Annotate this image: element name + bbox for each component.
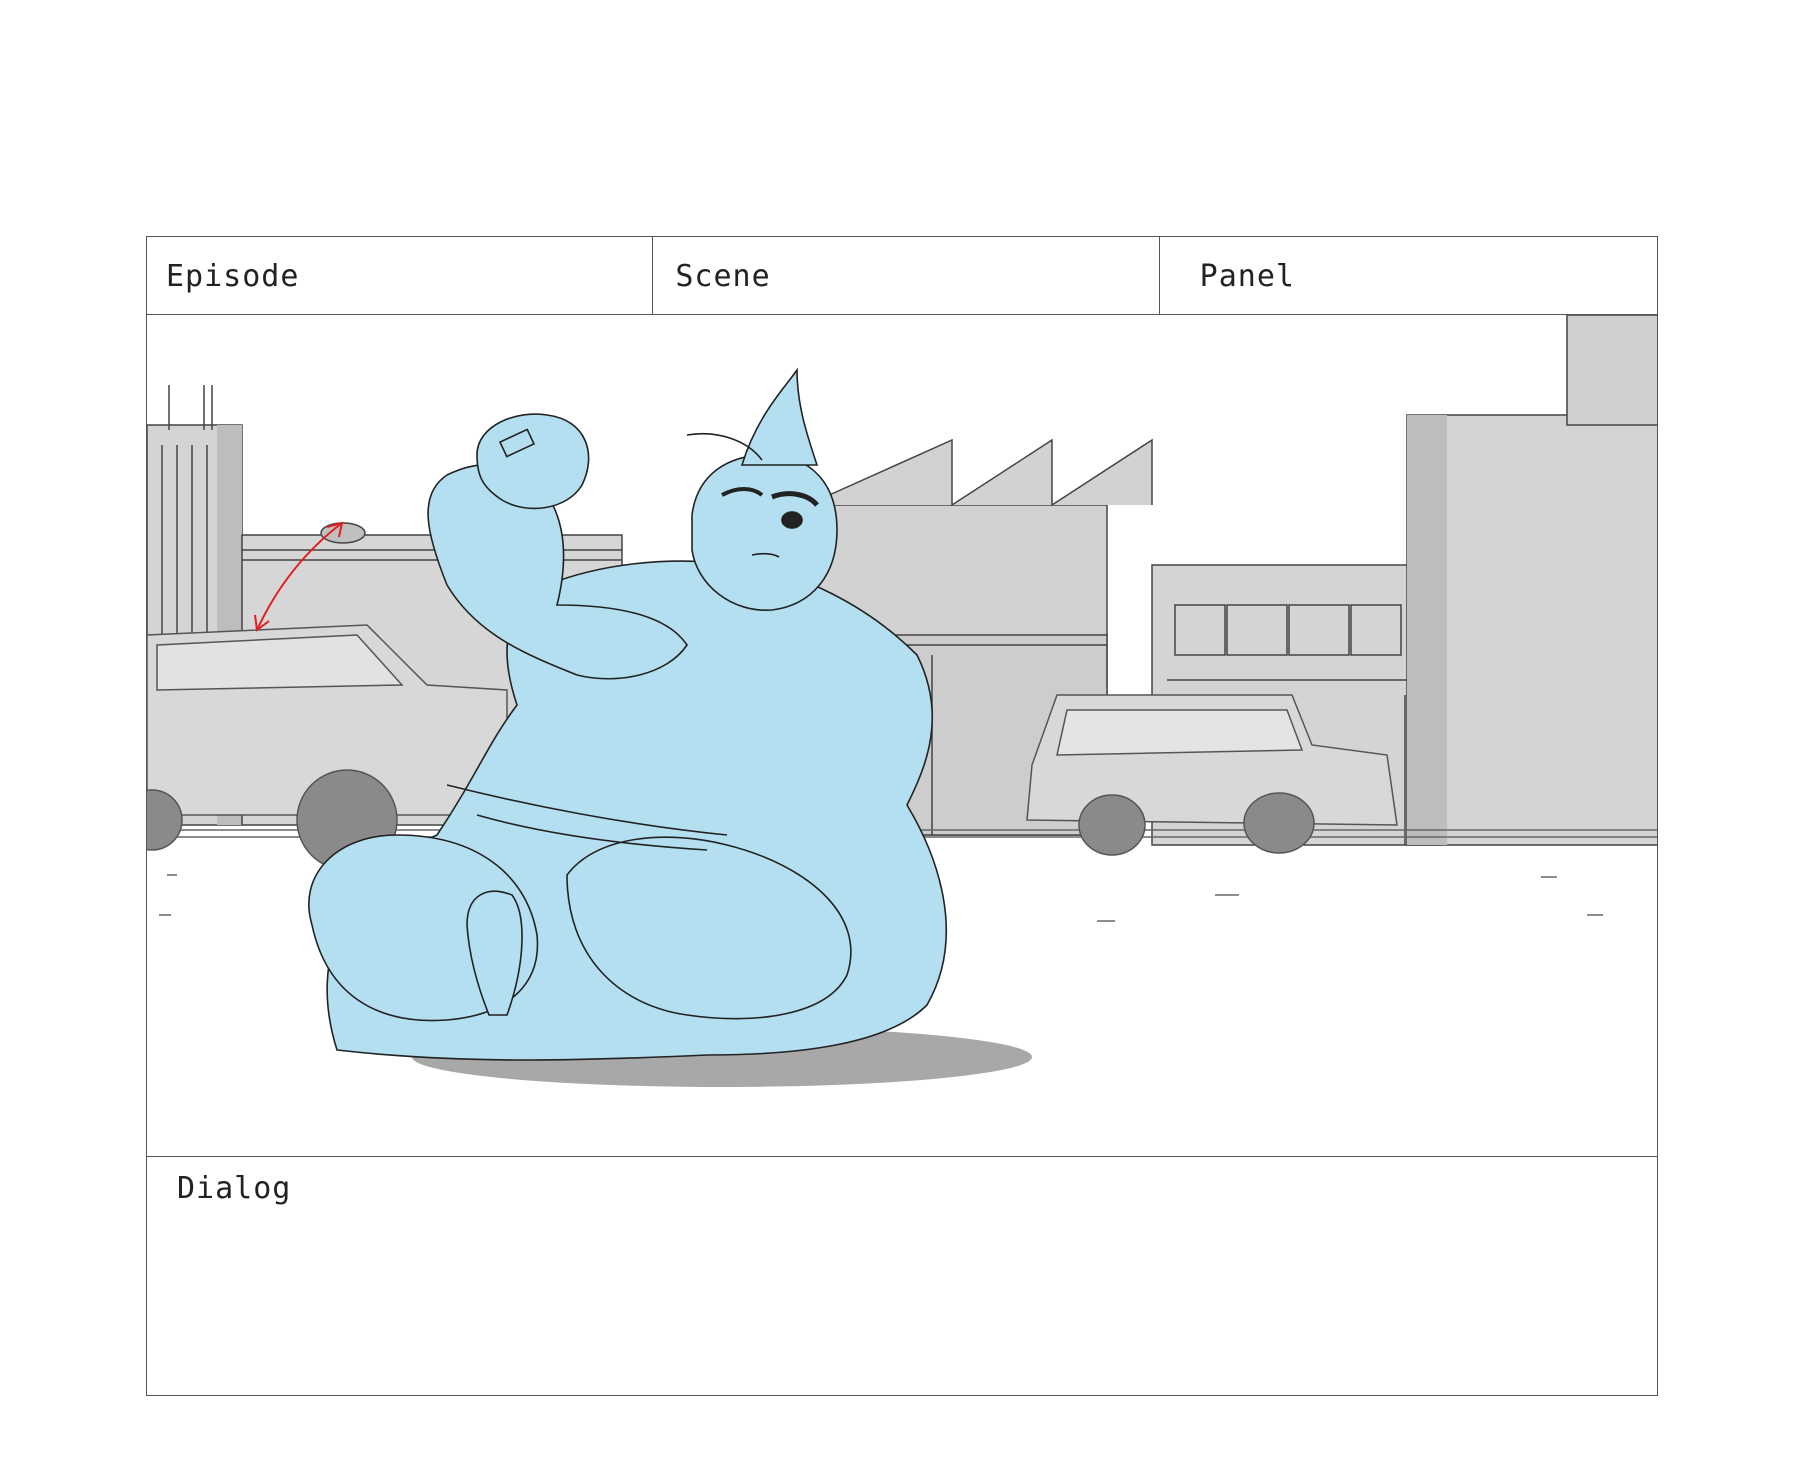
panel-drawing-area — [147, 315, 1657, 1157]
panel-label: Panel — [1199, 259, 1295, 294]
panel-field[interactable]: Panel — [1160, 237, 1657, 314]
scene-label: Scene — [675, 259, 771, 294]
storyboard-sketch — [147, 315, 1657, 1087]
dialog-label: Dialog — [177, 1171, 292, 1206]
episode-field[interactable]: Episode — [147, 237, 654, 314]
storyboard-header: Episode Scene Panel — [147, 237, 1657, 315]
scene-field[interactable]: Scene — [653, 237, 1160, 314]
episode-label: Episode — [166, 259, 300, 294]
dialog-box[interactable]: Dialog — [147, 1157, 1657, 1395]
storyboard-sheet: Episode Scene Panel Dialog — [146, 236, 1658, 1396]
